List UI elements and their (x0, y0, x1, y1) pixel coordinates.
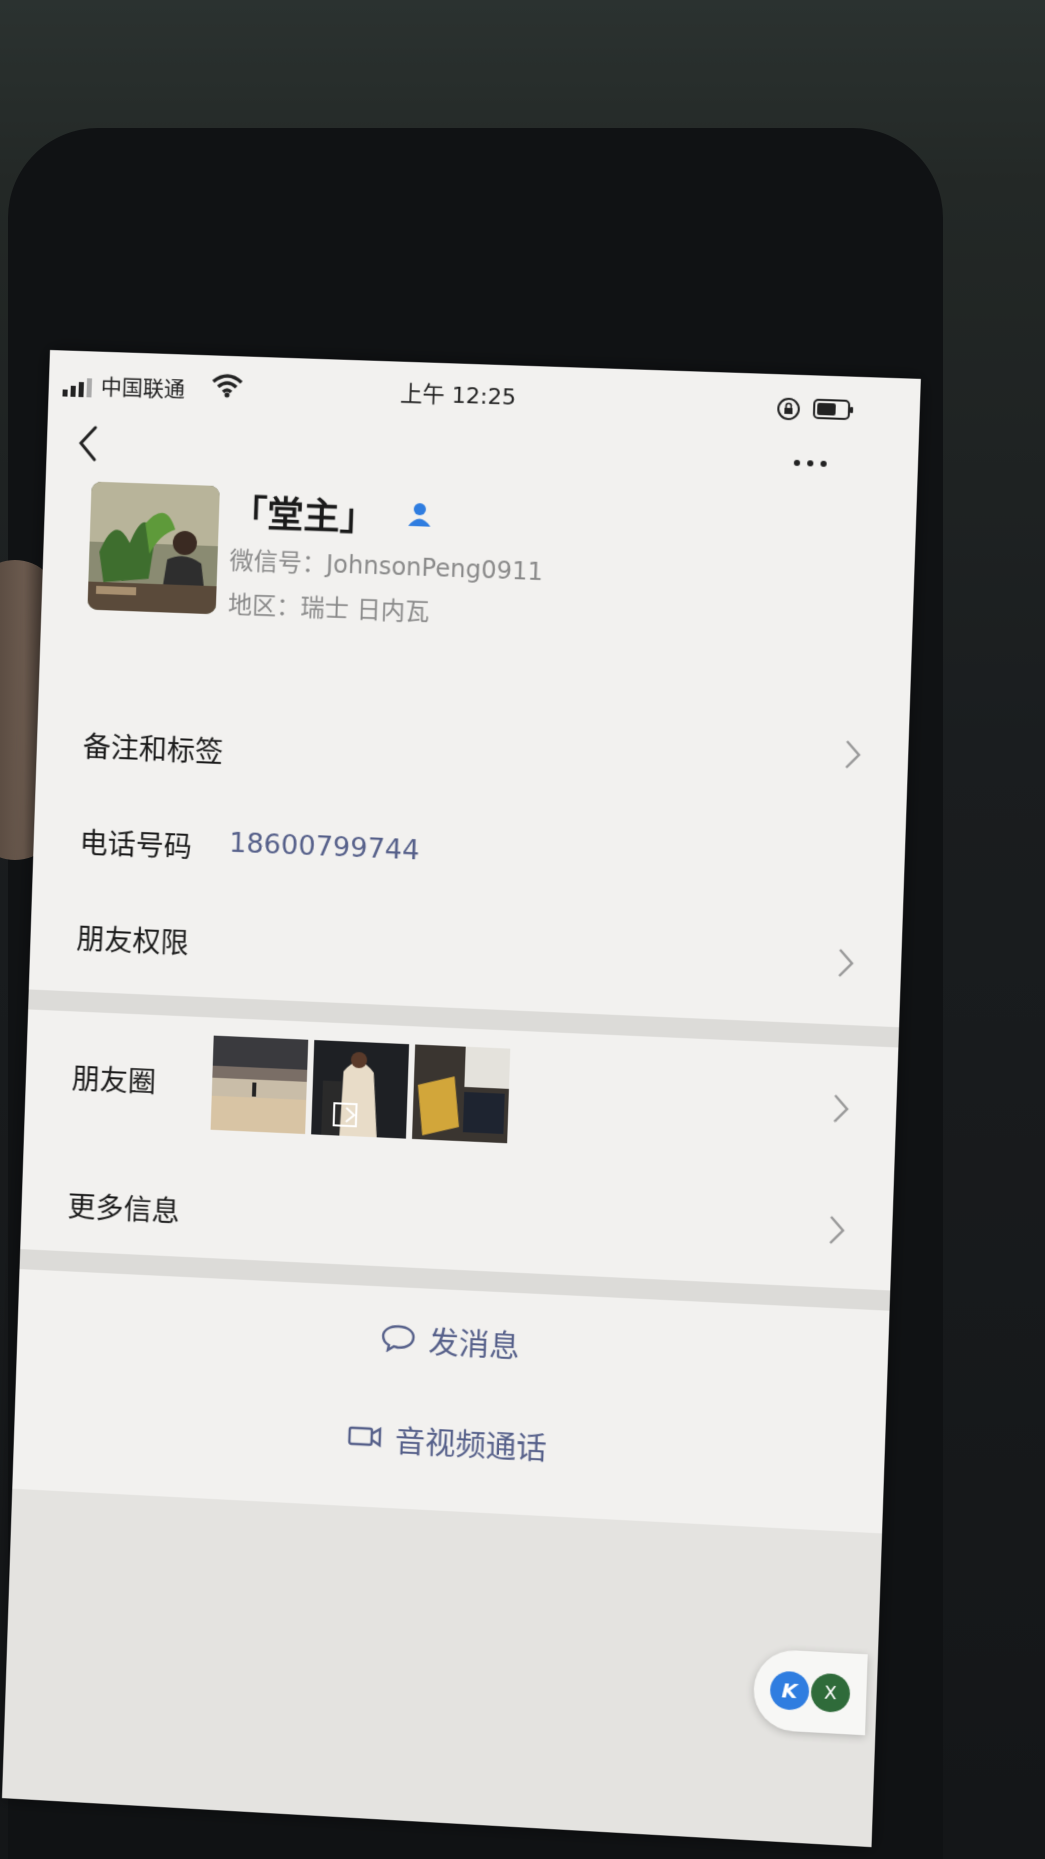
chevron-right-icon (842, 737, 864, 772)
moments-thumbnail (412, 1044, 511, 1144)
contact-name: 「堂主」 (230, 493, 377, 540)
chevron-right-icon (826, 1213, 848, 1248)
rotation-lock-icon (776, 396, 801, 421)
x-close-icon[interactable]: X (810, 1672, 851, 1714)
moments-video-thumbnail (311, 1040, 410, 1139)
avatar[interactable] (87, 481, 220, 615)
wechat-id: 微信号：JohnsonPeng0911 (229, 546, 544, 587)
video-camera-icon (346, 1420, 383, 1452)
remarks-tags-label: 备注和标签 (82, 730, 224, 770)
chevron-right-icon (835, 945, 857, 980)
more-info-label: 更多信息 (67, 1190, 181, 1229)
av-call-label: 音视频通话 (394, 1423, 548, 1467)
phone-number-label: 电话号码 (79, 826, 193, 865)
contact-person-icon (408, 502, 431, 527)
moments-thumbnails (210, 1035, 511, 1144)
more-options-icon[interactable] (784, 447, 836, 479)
send-message-label: 发消息 (427, 1324, 521, 1365)
chat-bubble-icon (380, 1322, 417, 1354)
region: 地区：瑞士 日内瓦 (227, 590, 430, 627)
phone-number-value[interactable]: 18600799744 (229, 828, 420, 867)
k-app-icon[interactable]: K (769, 1670, 810, 1711)
friend-permissions-label: 朋友权限 (75, 922, 190, 961)
battery-icon (813, 398, 855, 422)
floating-widget[interactable]: K X (752, 1648, 868, 1736)
phone-screen: 中国联通 上午 12:25 「堂主」 微信号：JohnsonPeng0911 地… (1, 350, 921, 1848)
moments-thumbnail (210, 1035, 309, 1135)
moments-label: 朋友圈 (71, 1062, 157, 1100)
empty-area (1, 1488, 883, 1848)
chevron-right-icon (830, 1091, 852, 1126)
back-icon[interactable] (70, 421, 107, 466)
